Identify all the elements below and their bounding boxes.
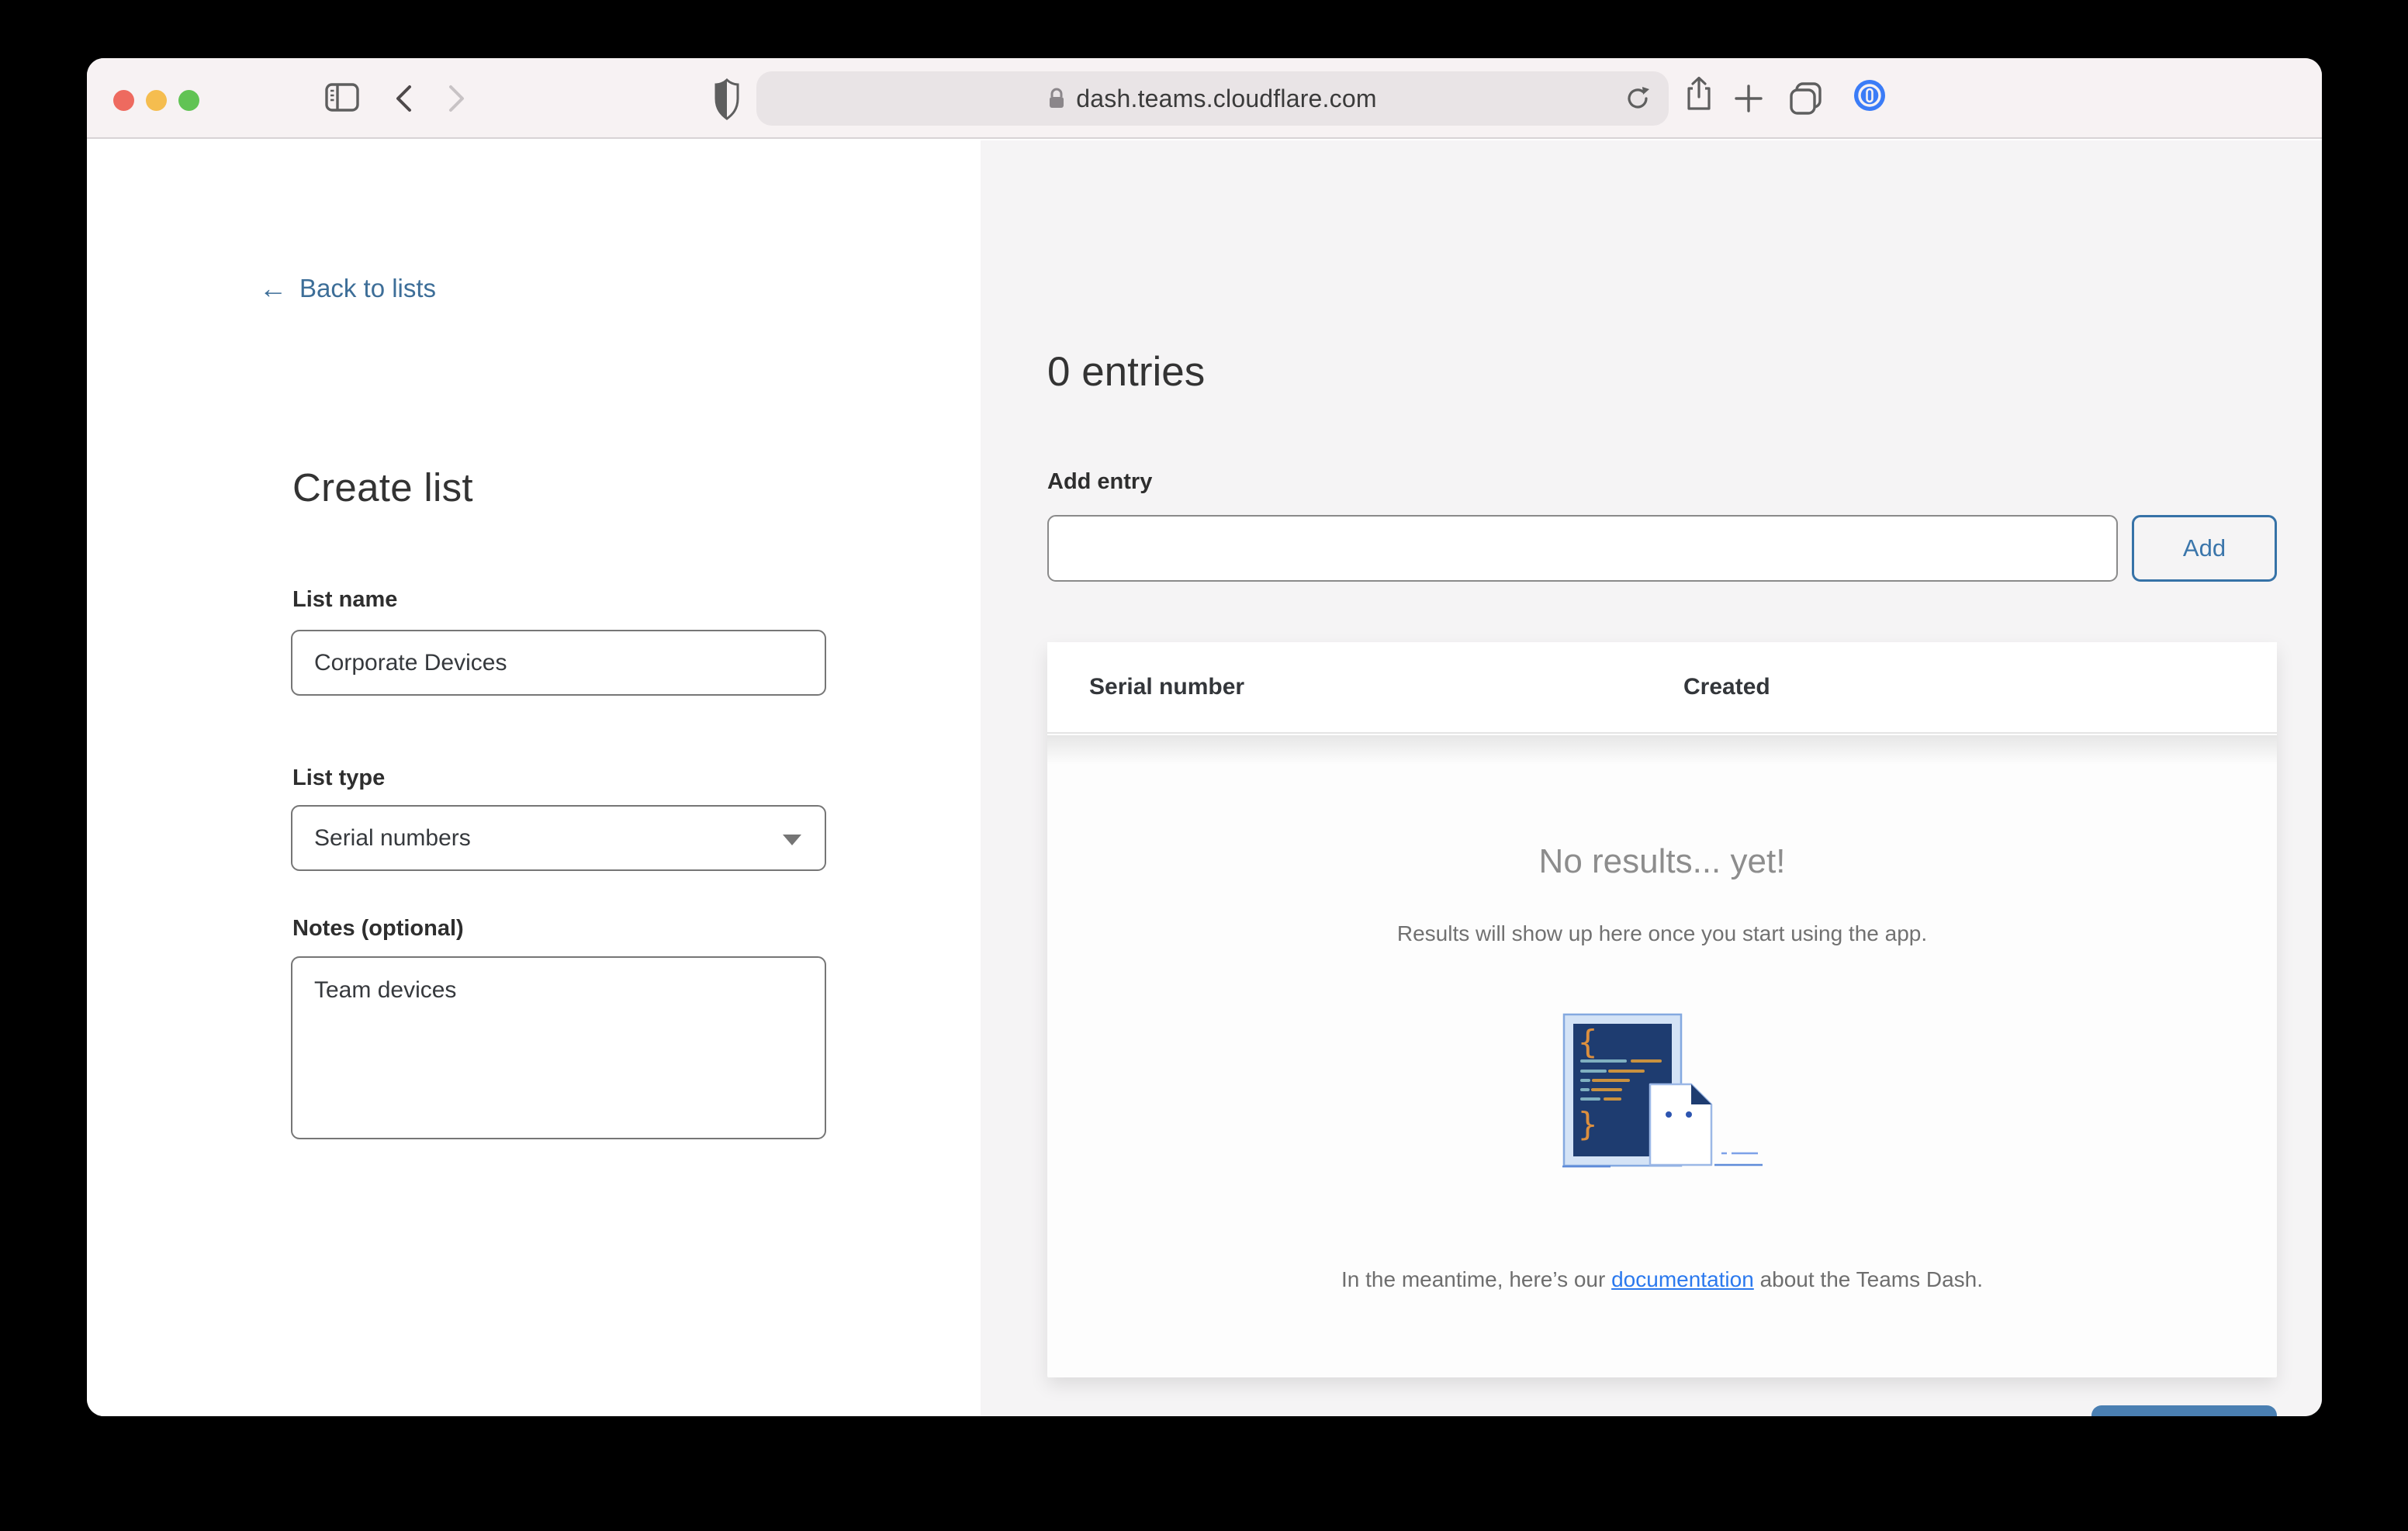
safari-window: dash.teams.cloudflare.com bbox=[87, 58, 2322, 1416]
column-header-serial-number: Serial number bbox=[1089, 674, 1244, 700]
url-text: dash.teams.cloudflare.com bbox=[1076, 85, 1376, 113]
documentation-sentence: In the meantime, here’s our documentatio… bbox=[1341, 1267, 1983, 1292]
notes-textarea[interactable]: Team devices bbox=[291, 956, 826, 1139]
svg-text:}: } bbox=[1578, 1105, 1597, 1143]
empty-state-subtitle: Results will show up here once you start… bbox=[1397, 921, 1927, 946]
svg-text:{: { bbox=[1578, 1023, 1597, 1061]
add-entry-label: Add entry bbox=[1047, 469, 1152, 495]
close-window-button[interactable] bbox=[113, 90, 134, 111]
minimize-window-button[interactable] bbox=[146, 90, 167, 111]
doc-text-suffix: about the Teams Dash. bbox=[1754, 1267, 1983, 1291]
back-arrow-icon: ← bbox=[259, 275, 287, 302]
list-name-input[interactable] bbox=[291, 630, 826, 696]
back-icon[interactable] bbox=[392, 84, 415, 113]
desktop-background: dash.teams.cloudflare.com bbox=[0, 0, 2408, 1531]
list-name-label: List name bbox=[292, 587, 397, 613]
create-list-panel: ← Back to lists Create list List name Li… bbox=[87, 140, 981, 1416]
reload-icon[interactable] bbox=[1624, 85, 1652, 112]
notes-label: Notes (optional) bbox=[292, 916, 464, 942]
lock-icon bbox=[1048, 87, 1065, 110]
entries-table-header: Serial number Created bbox=[1047, 642, 2277, 734]
zoom-window-button[interactable] bbox=[178, 90, 199, 111]
entries-count-heading: 0 entries bbox=[1047, 348, 1205, 396]
share-icon[interactable] bbox=[1685, 76, 1713, 112]
add-entry-input[interactable] bbox=[1047, 515, 2118, 582]
entries-table: Serial number Created No results... yet!… bbox=[1047, 642, 2277, 1377]
doc-text-prefix: In the meantime, here’s our bbox=[1341, 1267, 1611, 1291]
empty-state: No results... yet! Results will show up … bbox=[1047, 734, 2277, 1377]
empty-state-title: No results... yet! bbox=[1539, 842, 1786, 881]
back-to-lists-link[interactable]: ← Back to lists bbox=[259, 274, 436, 303]
primary-action-button[interactable] bbox=[2091, 1405, 2277, 1416]
sidebar-icon[interactable] bbox=[324, 81, 360, 113]
new-tab-icon[interactable] bbox=[1733, 83, 1764, 114]
onepassword-icon[interactable] bbox=[1853, 78, 1887, 112]
entries-panel: 0 entries Add entry Add Serial number Cr… bbox=[981, 140, 2322, 1416]
address-bar[interactable]: dash.teams.cloudflare.com bbox=[756, 71, 1669, 126]
page-title: Create list bbox=[292, 465, 473, 510]
tab-overview-icon[interactable] bbox=[1787, 80, 1825, 117]
shield-icon[interactable] bbox=[714, 78, 740, 121]
documentation-link[interactable]: documentation bbox=[1611, 1267, 1754, 1291]
browser-toolbar: dash.teams.cloudflare.com bbox=[87, 58, 2322, 139]
list-type-selected-value: Serial numbers bbox=[314, 825, 471, 852]
page-content: ← Back to lists Create list List name Li… bbox=[87, 140, 2322, 1416]
list-type-select[interactable]: Serial numbers bbox=[291, 805, 826, 871]
list-type-label: List type bbox=[292, 766, 385, 791]
add-entry-button[interactable]: Add bbox=[2132, 515, 2277, 582]
column-header-created: Created bbox=[1683, 674, 1770, 700]
chevron-down-icon bbox=[783, 835, 801, 845]
forward-icon[interactable] bbox=[445, 84, 469, 113]
empty-state-illustration: { } bbox=[1562, 1013, 1763, 1177]
back-link-label: Back to lists bbox=[299, 274, 436, 303]
